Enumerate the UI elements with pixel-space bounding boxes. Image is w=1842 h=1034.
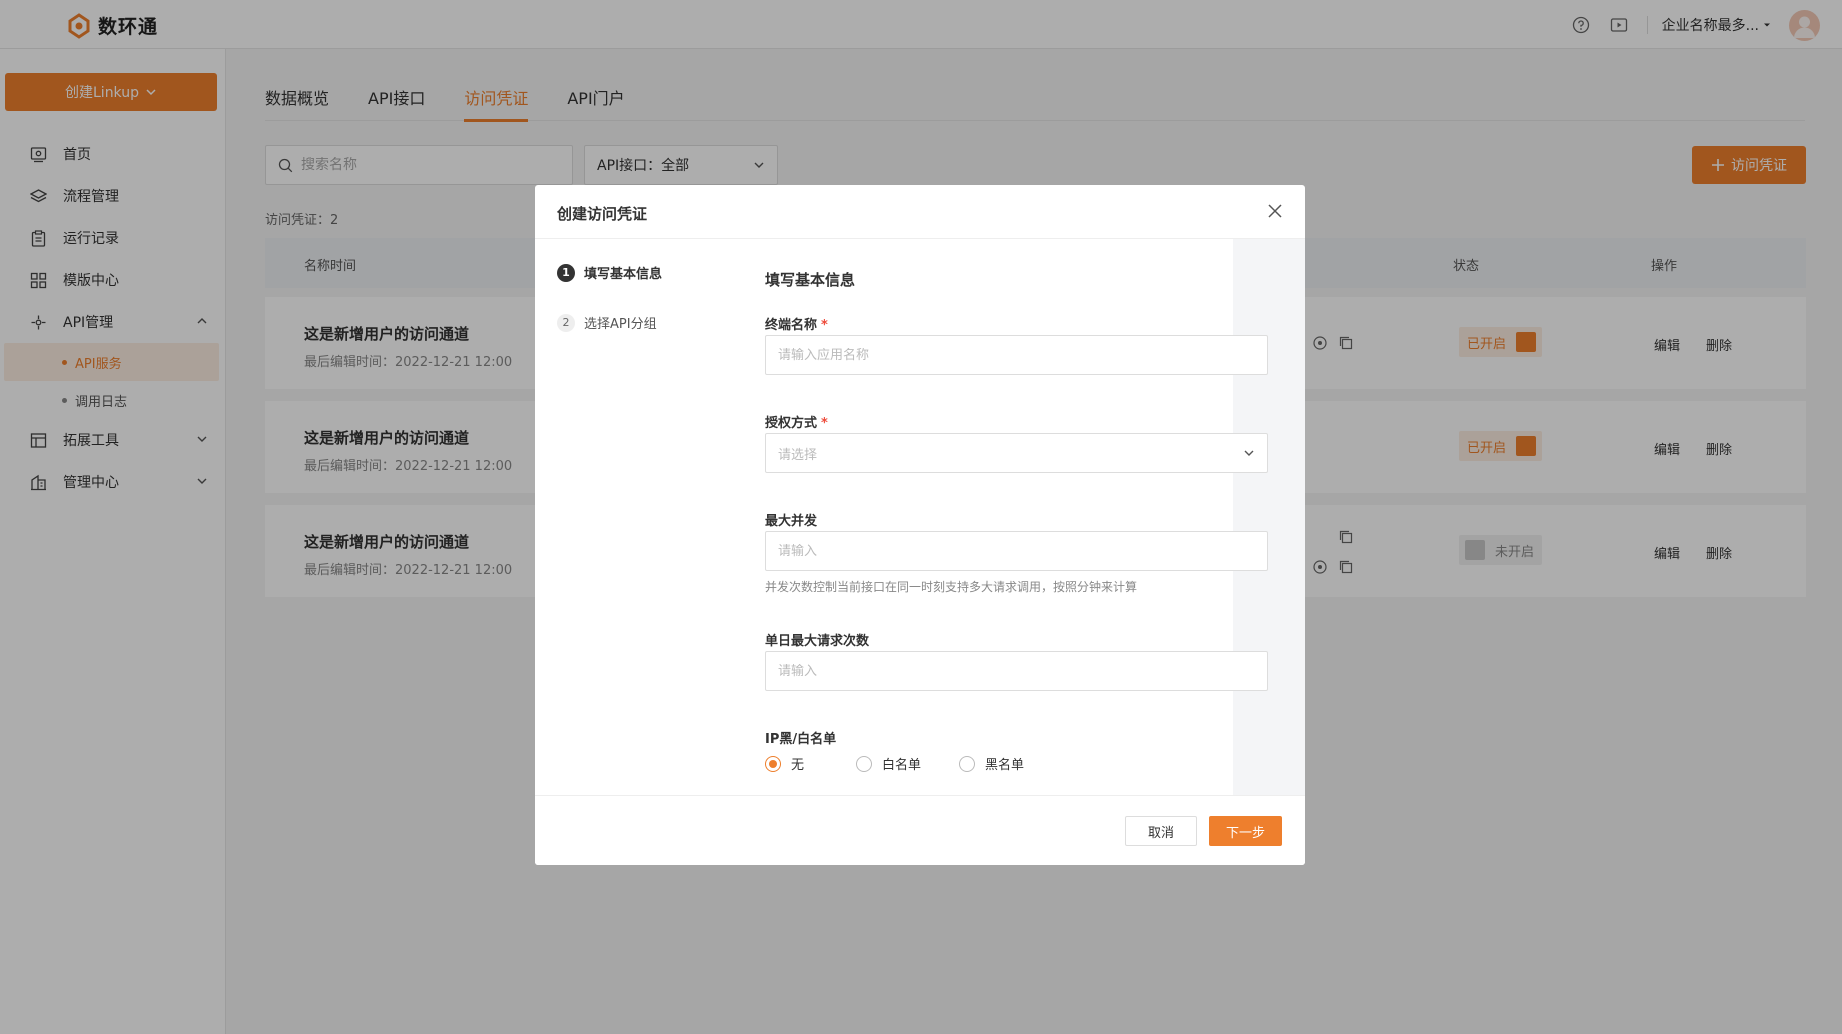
step-select-api-group[interactable]: 2 选择API分组 xyxy=(557,313,657,332)
radio-whitelist[interactable]: 白名单 xyxy=(856,754,921,773)
step-label: 选择API分组 xyxy=(584,317,657,332)
step-number: 1 xyxy=(557,263,575,282)
radio-label: 白名单 xyxy=(882,758,922,773)
terminal-name-label: 终端名称 * xyxy=(765,314,828,333)
daily-max-input[interactable] xyxy=(778,663,1255,679)
terminal-name-label-text: 终端名称 xyxy=(765,318,818,333)
radio-none[interactable]: 无 xyxy=(765,754,804,773)
modal-title: 创建访问凭证 xyxy=(557,205,648,223)
modal-footer: 取消 下一步 xyxy=(535,795,1305,865)
auth-method-label-text: 授权方式 xyxy=(765,416,818,431)
auth-method-label: 授权方式 * xyxy=(765,412,828,431)
radio-circle xyxy=(765,755,781,772)
max-concurrency-input[interactable] xyxy=(778,543,1255,559)
terminal-name-field xyxy=(765,335,1268,375)
step-label: 填写基本信息 xyxy=(584,267,663,282)
required-mark: * xyxy=(821,416,828,431)
step-list: 1 填写基本信息 2 选择API分组 xyxy=(535,239,727,795)
auth-method-select[interactable]: 请选择 xyxy=(765,433,1268,473)
terminal-name-input[interactable] xyxy=(778,347,1255,363)
radio-circle xyxy=(856,755,873,772)
modal-header: 创建访问凭证 xyxy=(535,185,1305,239)
close-icon[interactable] xyxy=(1267,203,1283,219)
max-concurrency-field xyxy=(765,531,1268,571)
max-concurrency-help: 并发次数控制当前接口在同一时刻支持多大请求调用，按照分钟来计算 xyxy=(765,580,1138,594)
create-credential-modal: 创建访问凭证 1 填写基本信息 2 选择API分组 填写基本信息 终端名称* 授… xyxy=(535,185,1305,865)
daily-max-field xyxy=(765,651,1268,691)
basic-info-form: 填写基本信息 终端名称* 授权方式* 请选择 最大并发 并发次数控制当前接口在同… xyxy=(728,239,1305,795)
chevron-down-icon xyxy=(1244,450,1254,456)
radio-label: 黑名单 xyxy=(985,758,1025,773)
radio-circle xyxy=(959,755,976,772)
cancel-button[interactable]: 取消 xyxy=(1125,816,1197,846)
radio-blacklist[interactable]: 黑名单 xyxy=(959,754,1024,773)
step-number: 2 xyxy=(557,313,575,332)
radio-label: 无 xyxy=(791,758,805,773)
step-basic-info[interactable]: 1 填写基本信息 xyxy=(557,263,662,282)
daily-max-label: 单日最大请求次数 xyxy=(765,634,870,649)
form-section-title: 填写基本信息 xyxy=(765,271,856,289)
next-step-button[interactable]: 下一步 xyxy=(1209,816,1282,846)
required-mark: * xyxy=(821,318,828,333)
auth-method-placeholder: 请选择 xyxy=(778,447,818,463)
ip-list-label: IP黑/白名单 xyxy=(765,732,837,747)
max-concurrency-label: 最大并发 xyxy=(765,514,818,529)
ip-list-radio-group: 无 白名单 黑名单 xyxy=(765,754,1024,773)
